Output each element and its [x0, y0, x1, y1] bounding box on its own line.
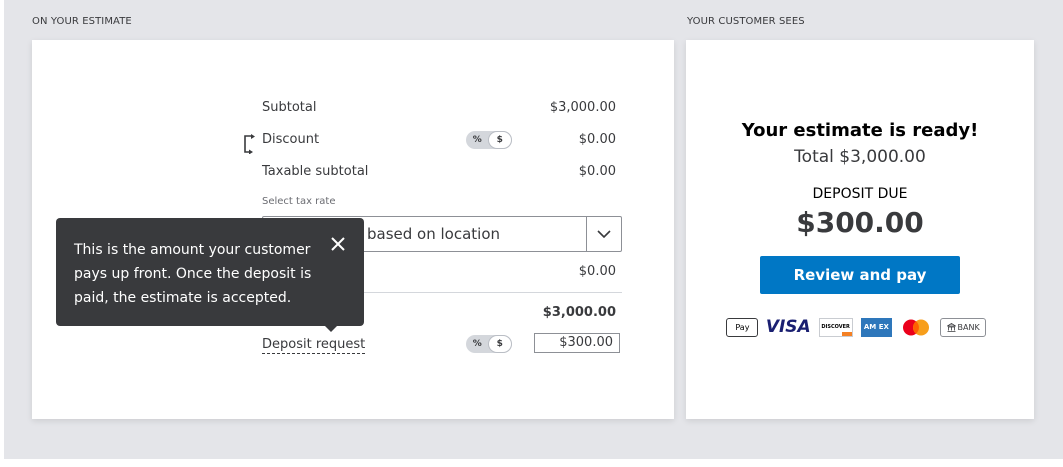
- discover-icon: DISCOVER: [818, 317, 853, 337]
- apple-pay-icon: Pay: [726, 317, 758, 337]
- tax-value: $0.00: [578, 264, 616, 279]
- discount-value: $0.00: [578, 132, 616, 147]
- chevron-down-icon[interactable]: [586, 217, 621, 251]
- right-section-label: YOUR CUSTOMER SEES: [687, 16, 805, 27]
- visa-icon: VISA: [765, 317, 811, 337]
- tax-rate-value: based on location: [367, 225, 501, 243]
- discover-text: DISCOVER: [821, 324, 850, 330]
- left-section-label: ON YOUR ESTIMATE: [32, 16, 132, 27]
- deposit-due-value: $300.00: [796, 206, 924, 239]
- deposit-due-label: DEPOSIT DUE: [812, 186, 908, 202]
- discount-percent-option[interactable]: %: [466, 131, 489, 149]
- tooltip-text: This is the amount your customer pays up…: [74, 242, 312, 306]
- deposit-percent-option[interactable]: %: [466, 335, 489, 353]
- close-icon[interactable]: [330, 236, 346, 252]
- tax-rate-label: Select tax rate: [262, 196, 336, 207]
- mastercard-icon: [900, 318, 932, 337]
- subtotal-value: $3,000.00: [549, 100, 616, 115]
- deposit-request-label[interactable]: Deposit request: [262, 337, 366, 354]
- discount-label: Discount: [262, 132, 320, 147]
- apple-pay-text: Pay: [735, 322, 750, 332]
- customer-preview-card: Your estimate is ready! Total $3,000.00 …: [686, 40, 1034, 419]
- deposit-amount-input[interactable]: $300.00: [534, 333, 620, 353]
- move-discount-icon[interactable]: [242, 134, 258, 158]
- review-and-pay-button[interactable]: Review and pay: [760, 256, 960, 294]
- deposit-dollar-option[interactable]: $: [488, 336, 511, 352]
- taxable-subtotal-value: $0.00: [578, 164, 616, 179]
- taxable-subtotal-label: Taxable subtotal: [262, 164, 369, 179]
- amex-icon: AM EX: [860, 317, 893, 337]
- customer-total: Total $3,000.00: [794, 147, 926, 167]
- deposit-type-toggle[interactable]: % $: [466, 335, 512, 353]
- bank-text: BANK: [957, 322, 980, 332]
- payment-methods: Pay VISA DISCOVER AM EX BANK: [726, 317, 994, 337]
- tooltip-tail: [324, 325, 338, 332]
- bank-icon: BANK: [940, 317, 987, 337]
- subtotal-label: Subtotal: [262, 100, 317, 115]
- total-value: $3,000.00: [542, 305, 616, 320]
- customer-heading: Your estimate is ready!: [741, 120, 979, 141]
- deposit-tooltip: This is the amount your customer pays up…: [56, 218, 364, 332]
